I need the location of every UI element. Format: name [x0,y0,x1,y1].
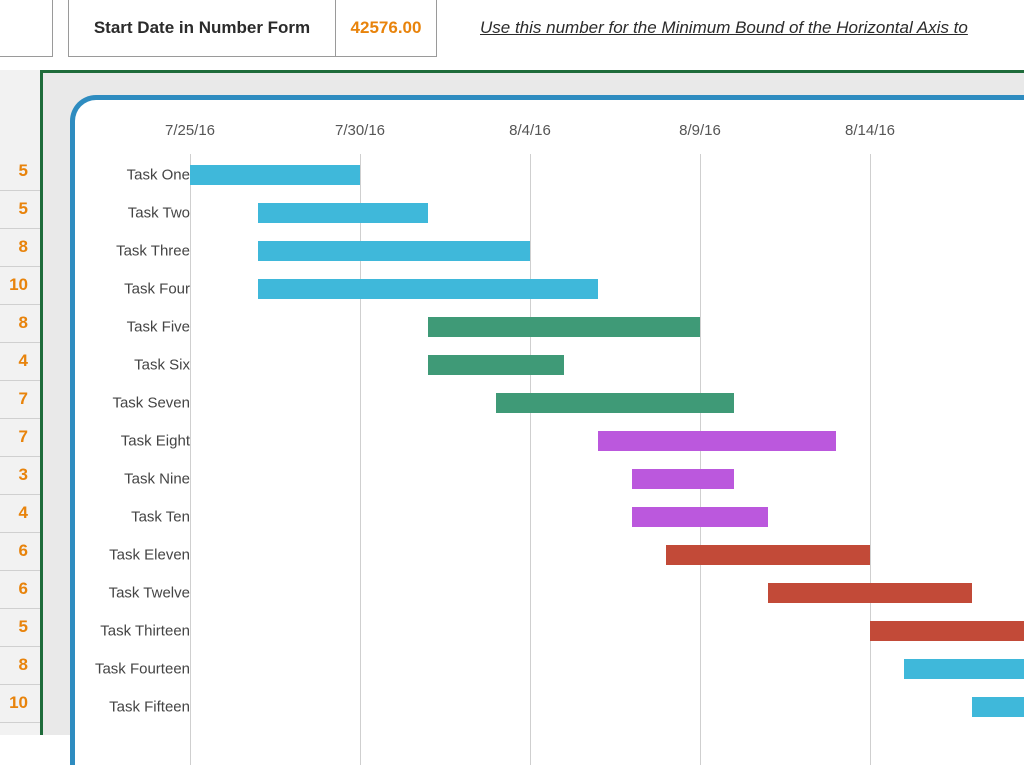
left-row-divider [0,494,40,495]
left-duration-value: 6 [0,542,38,560]
left-duration-value: 7 [0,428,38,446]
task-bar[interactable] [870,621,1024,641]
left-duration-value: 3 [0,466,38,484]
left-row-divider [0,266,40,267]
left-duration-value: 5 [0,162,38,180]
task-bar[interactable] [428,317,700,337]
gantt-row: Task Two [75,194,1024,232]
task-label: Task Thirteen [75,623,190,640]
x-tick-label: 8/14/16 [845,122,895,139]
gantt-plot[interactable]: 7/25/16 7/30/16 8/4/16 8/9/16 8/14/16 Task O… [70,95,1024,765]
task-bar[interactable] [598,431,836,451]
task-bar[interactable] [428,355,564,375]
left-duration-value: 5 [0,618,38,636]
start-date-value-cell[interactable]: 42576.00 [335,0,437,57]
left-duration-value: 6 [0,580,38,598]
left-row-divider [0,342,40,343]
top-row: Start Date in Number Form 42576.00 Use t… [0,0,1024,70]
left-row-divider [0,684,40,685]
gantt-row: Task Ten [75,498,1024,536]
left-row-divider [0,190,40,191]
task-label: Task One [75,167,190,184]
left-duration-value: 8 [0,314,38,332]
task-label: Task Nine [75,471,190,488]
left-duration-value: 8 [0,238,38,256]
start-date-value: 42576.00 [351,18,422,38]
task-bar[interactable] [632,507,768,527]
axis-hint-text: Use this number for the Minimum Bound of… [480,18,968,38]
gantt-row: Task Fourteen [75,650,1024,688]
task-label: Task Twelve [75,585,190,602]
left-row-divider [0,304,40,305]
task-bar[interactable] [666,545,870,565]
gantt-row: Task Thirteen [75,612,1024,650]
start-date-label: Start Date in Number Form [94,18,310,38]
start-date-label-cell[interactable]: Start Date in Number Form [68,0,336,57]
task-label: Task Ten [75,509,190,526]
x-axis: 7/25/16 7/30/16 8/4/16 8/9/16 8/14/16 [75,100,1024,154]
left-row-divider [0,646,40,647]
left-duration-value: 5 [0,200,38,218]
left-row-divider [0,608,40,609]
left-row-divider [0,532,40,533]
gantt-row: Task Three [75,232,1024,270]
gantt-row: Task Nine [75,460,1024,498]
task-label: Task Three [75,243,190,260]
task-bar[interactable] [258,203,428,223]
gantt-row: Task Six [75,346,1024,384]
task-label: Task Six [75,357,190,374]
task-bar[interactable] [258,279,598,299]
task-label: Task Eleven [75,547,190,564]
axis-hint-cell[interactable]: Use this number for the Minimum Bound of… [480,0,1024,56]
gantt-row: Task Five [75,308,1024,346]
task-label: Task Four [75,281,190,298]
left-row-divider [0,456,40,457]
left-duration-value: 7 [0,390,38,408]
left-row-divider [0,380,40,381]
left-row-divider [0,570,40,571]
left-duration-value: 4 [0,504,38,522]
gantt-row: Task Fifteen [75,688,1024,726]
left-duration-value: 4 [0,352,38,370]
blank-cell[interactable] [0,0,53,57]
task-bar[interactable] [972,697,1024,717]
x-tick-label: 7/25/16 [165,122,215,139]
task-label: Task Fourteen [75,661,190,678]
left-duration-value: 8 [0,656,38,674]
left-row-divider [0,722,40,723]
task-bar[interactable] [768,583,972,603]
left-row-divider [0,228,40,229]
left-duration-column: 5 5 8 10 8 4 7 7 3 4 6 6 5 8 10 [0,70,40,735]
x-tick-label: 7/30/16 [335,122,385,139]
left-duration-value: 10 [0,694,38,712]
x-tick-label: 8/4/16 [509,122,551,139]
task-bar[interactable] [496,393,734,413]
task-label: Task Five [75,319,190,336]
left-duration-value: 10 [0,276,38,294]
gantt-row: Task Eight [75,422,1024,460]
task-label: Task Two [75,205,190,222]
task-bar[interactable] [632,469,734,489]
x-tick-label: 8/9/16 [679,122,721,139]
gantt-row: Task Eleven [75,536,1024,574]
task-bar[interactable] [904,659,1024,679]
task-bar[interactable] [190,165,360,185]
left-row-divider [0,418,40,419]
gantt-row: Task Four [75,270,1024,308]
task-label: Task Fifteen [75,699,190,716]
task-label: Task Seven [75,395,190,412]
gantt-row: Task Twelve [75,574,1024,612]
task-bar[interactable] [258,241,530,261]
gantt-row: Task Seven [75,384,1024,422]
gantt-row: Task One [75,156,1024,194]
task-label: Task Eight [75,433,190,450]
